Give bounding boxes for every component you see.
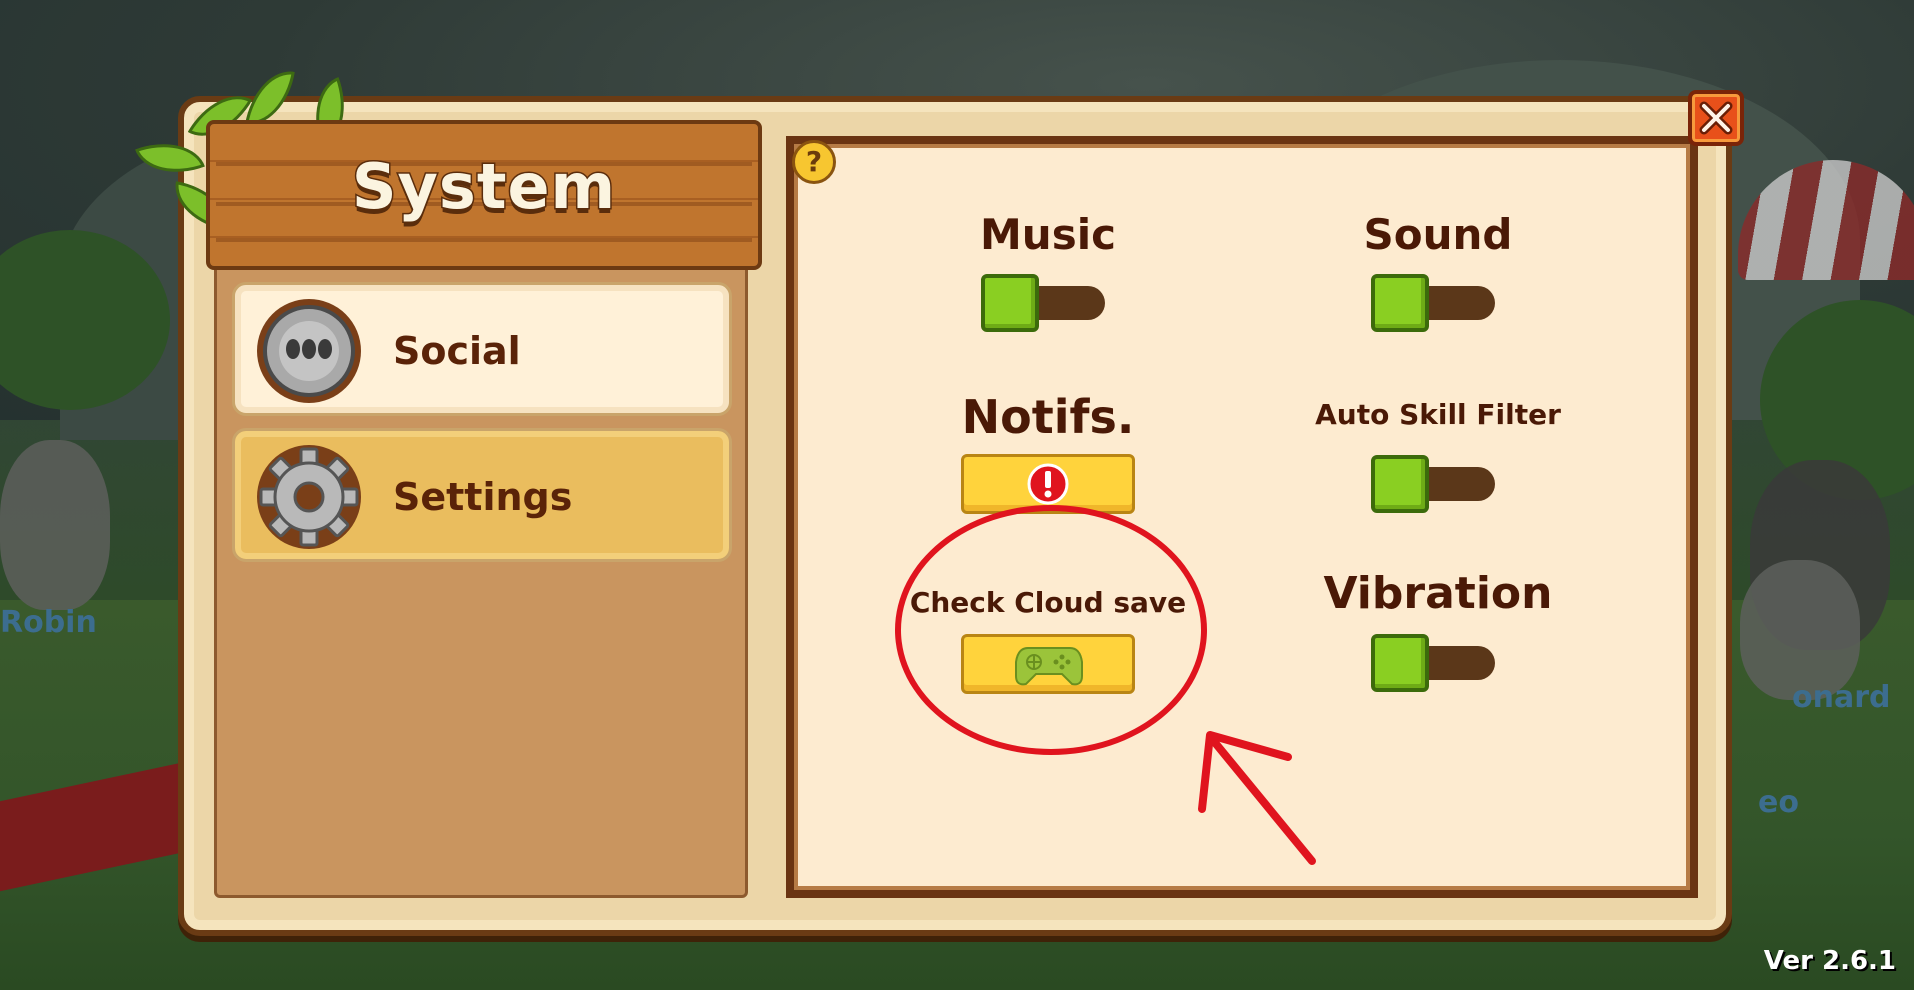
toggle-knob xyxy=(1371,634,1429,692)
vibration-toggle[interactable] xyxy=(1371,634,1495,692)
close-button[interactable] xyxy=(1688,90,1744,146)
background-name-robin: Robin xyxy=(0,605,97,640)
tab-settings-label: Settings xyxy=(393,475,573,519)
page-title: System xyxy=(350,149,617,225)
toggle-knob xyxy=(1371,455,1429,513)
music-label: Music xyxy=(980,210,1116,259)
background-name-eo: eo xyxy=(1758,785,1799,820)
sound-label: Sound xyxy=(1363,210,1513,259)
auto-skill-filter-label: Auto Skill Filter xyxy=(1315,398,1561,431)
background-cat xyxy=(1740,560,1860,700)
tab-settings[interactable]: Settings xyxy=(232,428,732,562)
tab-social-label: Social xyxy=(393,329,521,373)
gear-icon xyxy=(257,445,361,549)
auto-skill-filter-toggle[interactable] xyxy=(1371,455,1495,513)
close-icon xyxy=(1699,101,1733,135)
exclamation-icon xyxy=(1027,463,1069,505)
notifs-label: Notifs. xyxy=(961,390,1135,444)
music-toggle[interactable] xyxy=(981,274,1105,332)
toggle-knob xyxy=(1371,274,1429,332)
background-cat xyxy=(0,440,110,610)
tab-social[interactable]: Social xyxy=(232,282,732,416)
stone-wheel-icon xyxy=(257,299,361,403)
toggle-knob xyxy=(981,274,1039,332)
version-label: Ver 2.6.1 xyxy=(1763,946,1896,976)
annotation-circle xyxy=(895,505,1207,755)
sound-toggle[interactable] xyxy=(1371,274,1495,332)
background-name-onard: onard xyxy=(1792,680,1891,715)
help-button[interactable]: ? xyxy=(792,140,836,184)
annotation-arrow xyxy=(1198,731,1316,865)
vibration-label: Vibration xyxy=(1323,568,1553,619)
